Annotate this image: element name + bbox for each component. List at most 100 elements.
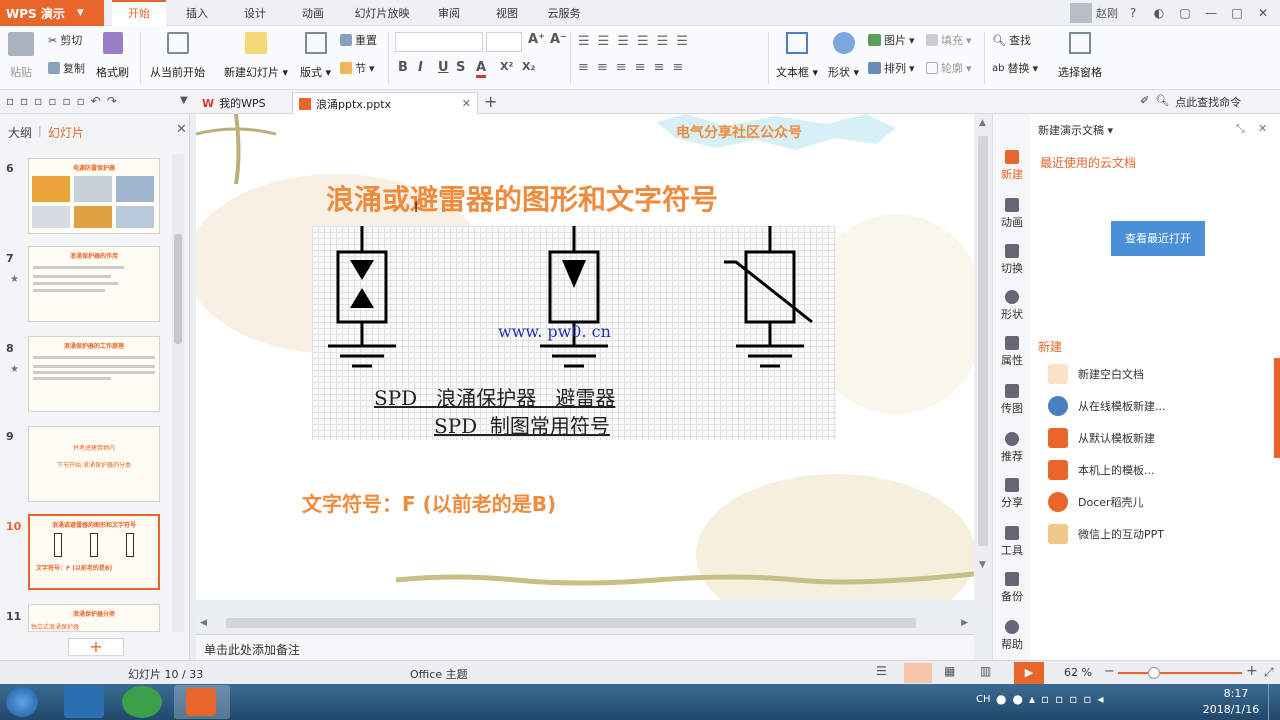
zoom-slider-thumb[interactable] [1148, 667, 1160, 679]
tool-tools[interactable]: 工具 [993, 526, 1031, 558]
fill-button[interactable]: 填充 ▾ [926, 32, 972, 48]
textbox-button[interactable]: 文本框 ▾ [776, 32, 818, 80]
quick-access-icons[interactable]: ▫▫▫▫▫▫↶↷ [6, 94, 123, 108]
reading-view-icon[interactable]: ▥ [980, 664, 991, 678]
picture-button[interactable]: 图片 ▾ [868, 32, 915, 48]
notes-toggle-icon[interactable]: ☰ [876, 664, 887, 678]
thumbnails-scrollbar[interactable] [172, 154, 184, 632]
replace-button[interactable]: ab 替换 ▾ [992, 60, 1038, 76]
slide-thumbnail-11[interactable]: 浪涌保护器分类 独立式浪涌保护器 [28, 604, 160, 632]
tool-shape[interactable]: 形状 [993, 290, 1031, 322]
chevron-right-icon[interactable]: ▶ [961, 618, 968, 628]
tab-view[interactable]: 视图 [480, 0, 534, 26]
reset-button[interactable]: 重置 [340, 32, 377, 48]
add-tab-icon[interactable]: + [484, 92, 497, 111]
tab-document[interactable]: 浪涌pptx.pptx ✕ [292, 92, 478, 114]
paste-button[interactable]: 粘贴 [8, 32, 34, 80]
show-desktop-button[interactable] [1268, 684, 1280, 720]
cut-button[interactable]: ✂ 剪切 [48, 32, 82, 48]
tool-backup[interactable]: 备份 [993, 572, 1031, 604]
system-tray-icons[interactable]: ●●▴▫▫▫▫◂ [996, 692, 1110, 706]
shrink-font-icon[interactable]: A⁻ [550, 32, 567, 47]
slide-title[interactable]: 浪涌或避雷器的图形和文字符号 [326, 178, 718, 218]
command-search[interactable]: ✐ 🔍︎ 点此查找命令 [1140, 94, 1241, 110]
chevron-up-icon[interactable]: ▲ [979, 118, 986, 128]
tab-animation[interactable]: 动画 [286, 0, 340, 26]
scrollbar-thumb[interactable] [226, 618, 916, 628]
slide-thumbnail-8[interactable]: 浪涌保护器的工作原理 [28, 336, 160, 412]
tab-slides[interactable]: 幻灯片 [48, 124, 84, 141]
italic-button[interactable]: I [418, 60, 423, 75]
online-template-item[interactable]: 从在线模板新建... [1048, 396, 1166, 416]
clock-date[interactable]: 2018/1/16 [1198, 703, 1264, 716]
slide-thumbnail-6[interactable]: 电源防雷保护器 [28, 158, 160, 234]
outline-button[interactable]: 轮廓 ▾ [926, 60, 972, 76]
tab-outline[interactable]: 大纲 [8, 124, 32, 141]
tool-animation[interactable]: 动画 [993, 198, 1031, 230]
tab-review[interactable]: 审阅 [422, 0, 476, 26]
docer-item[interactable]: Docer稻壳儿 [1048, 492, 1144, 512]
collapse-icon[interactable]: ⤡ [1236, 122, 1245, 136]
start-button[interactable] [6, 687, 38, 717]
tool-recommend[interactable]: 推荐 [993, 432, 1031, 464]
tool-help[interactable]: 帮助 [993, 620, 1031, 652]
tab-cloud[interactable]: 云服务 [536, 0, 592, 26]
view-recent-button[interactable]: 查看最近打开 [1111, 221, 1205, 256]
zoom-out-icon[interactable]: − [1104, 664, 1115, 679]
spd-symbol-image[interactable]: www. pw0. cn SPD 浪涌保护器 避雷器 SPD 制图常用符号 [312, 226, 836, 440]
notes-placeholder[interactable]: 单击此处添加备注 [204, 641, 300, 658]
normal-view-icon[interactable] [904, 663, 932, 683]
layout-button[interactable]: 版式 ▾ [300, 32, 331, 80]
font-size-select[interactable] [486, 32, 522, 52]
notes-pane[interactable]: 单击此处添加备注 [196, 634, 974, 660]
slide-canvas[interactable]: 电气分享社区公众号 浪涌或避雷器的图形和文字符号 www. pw0. cn SP… [196, 114, 974, 600]
taskbar-app-browser[interactable] [122, 686, 162, 718]
tab-my-wps[interactable]: W 我的WPS [196, 92, 272, 114]
tab-insert[interactable]: 插入 [170, 0, 224, 26]
strikethrough-button[interactable]: S [456, 60, 465, 75]
format-painter-button[interactable]: 格式刷 [96, 32, 129, 80]
list-format-icons[interactable]: ☰☰☰☰☰☰ [578, 34, 696, 49]
tool-properties[interactable]: 属性 [993, 336, 1031, 368]
scrollbar-thumb[interactable] [978, 136, 988, 546]
superscript-button[interactable]: X² [500, 60, 513, 73]
avatar[interactable] [1070, 3, 1092, 23]
tab-slideshow[interactable]: 幻灯片放映 [346, 0, 418, 26]
maximize-icon[interactable]: □ [1226, 3, 1248, 23]
zoom-level[interactable]: 62 % [1064, 666, 1092, 679]
close-icon[interactable]: ✕ [176, 122, 187, 137]
local-template-item[interactable]: 本机上的模板... [1048, 460, 1155, 480]
zoom-slider[interactable] [1118, 667, 1242, 679]
tab-design[interactable]: 设计 [228, 0, 282, 26]
minimize-icon[interactable]: — [1200, 3, 1222, 23]
add-slide-button[interactable]: + [68, 638, 124, 656]
user-name[interactable]: 赵刚 [1096, 5, 1118, 21]
wechat-ppt-item[interactable]: 微信上的互动PPT [1048, 524, 1164, 544]
default-template-item[interactable]: 从默认模板新建 [1048, 428, 1155, 448]
font-family-select[interactable] [395, 32, 483, 52]
chevron-left-icon[interactable]: ◀ [200, 618, 207, 628]
letter-symbol-text[interactable]: 文字符号：F (以前老的是B) [302, 488, 556, 517]
grow-font-icon[interactable]: A⁺ [528, 32, 545, 47]
input-language[interactable]: CH [976, 694, 991, 705]
fit-window-icon[interactable]: ⤢ [1264, 665, 1274, 680]
font-color-button[interactable]: A [476, 60, 487, 78]
close-icon[interactable]: ✕ [1252, 3, 1274, 23]
copy-button[interactable]: 复制 [48, 60, 85, 76]
shape-button[interactable]: 形状 ▾ [828, 32, 859, 80]
taskbar-app-baidu[interactable] [64, 686, 104, 718]
restore-icon[interactable]: ▢ [1174, 3, 1196, 23]
arrange-button[interactable]: 排列 ▾ [868, 60, 915, 76]
chevron-down-icon[interactable]: ▼ [180, 95, 188, 106]
slide-thumbnail-10-selected[interactable]: 浪涌或避雷器的图形和文字符号 文字符号：F (以前老的是B) [28, 514, 160, 590]
help-icon[interactable]: ? [1122, 3, 1144, 23]
find-button[interactable]: 🔍︎ 查找 [992, 32, 1031, 48]
chevron-down-icon[interactable]: ▼ [979, 560, 986, 570]
slide-thumbnail-7[interactable]: 浪涌保护器的作用 [28, 246, 160, 322]
selection-pane-button[interactable]: 选择窗格 [1058, 32, 1102, 80]
canvas-vertical-scrollbar[interactable]: ▲ ▼ [974, 114, 992, 614]
canvas-horizontal-scrollbar[interactable]: ◀ ▶ [196, 614, 974, 632]
scrollbar-thumb[interactable] [174, 234, 182, 344]
close-icon[interactable]: ✕ [462, 97, 471, 110]
tab-home[interactable]: 开始 [112, 0, 166, 26]
